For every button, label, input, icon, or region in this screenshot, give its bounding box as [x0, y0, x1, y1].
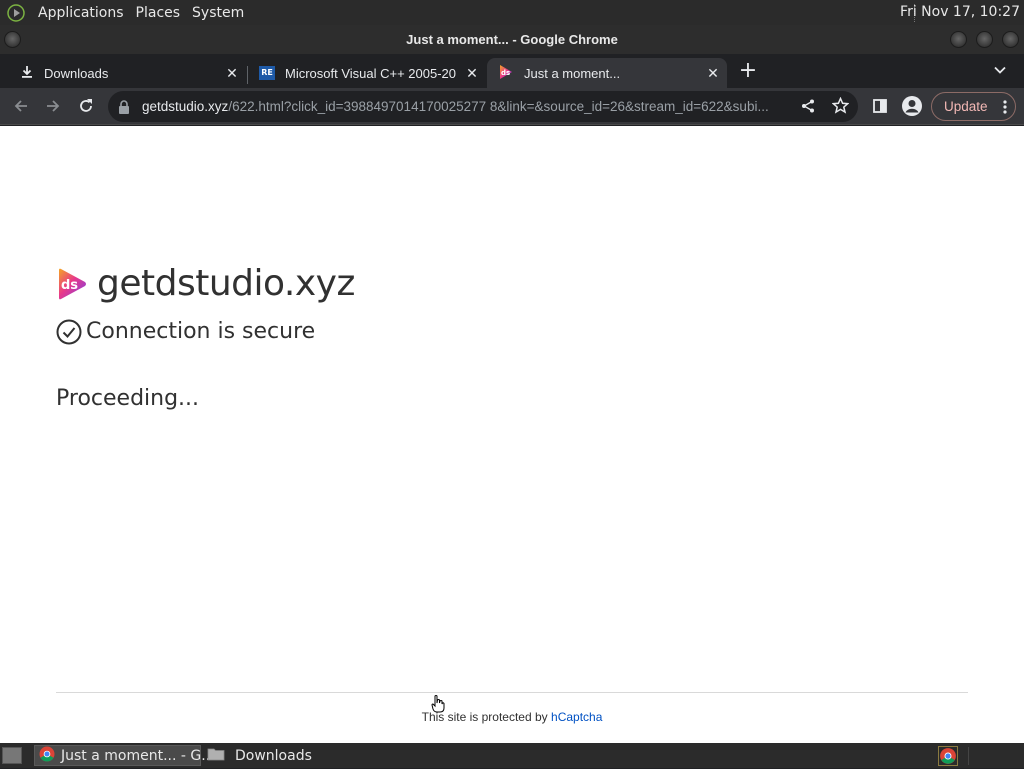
- minimize-icon[interactable]: [950, 31, 967, 48]
- url-text[interactable]: getdstudio.xyz/622.html?click_id=3988497…: [142, 99, 794, 114]
- applications-menu[interactable]: Applications: [34, 5, 128, 21]
- taskbar-item-label: Downloads: [235, 747, 312, 764]
- tray-chrome-icon[interactable]: [938, 746, 958, 766]
- share-icon[interactable]: [800, 98, 816, 118]
- close-tab-icon[interactable]: ✕: [464, 65, 480, 81]
- folder-icon: [207, 747, 225, 765]
- forward-icon[interactable]: [42, 95, 64, 117]
- page-content: ds getdstudio.xyz Connection is secure P…: [0, 126, 1024, 743]
- back-icon[interactable]: [10, 95, 32, 117]
- address-bar[interactable]: getdstudio.xyz/622.html?click_id=3988497…: [108, 91, 858, 122]
- update-label: Update: [944, 99, 988, 114]
- new-tab-button[interactable]: +: [736, 60, 760, 84]
- distro-logo-icon[interactable]: [6, 3, 26, 23]
- window-title-bar[interactable]: Just a moment... - Google Chrome: [0, 25, 1024, 54]
- site-heading: getdstudio.xyz: [97, 263, 355, 304]
- hcaptcha-link[interactable]: hCaptcha: [551, 710, 602, 724]
- system-menu[interactable]: System: [188, 5, 248, 21]
- window-title: Just a moment... - Google Chrome: [406, 32, 618, 47]
- footer-divider: [56, 692, 968, 693]
- close-tab-icon[interactable]: ✕: [705, 65, 721, 81]
- site-logo-icon: ds: [57, 268, 87, 300]
- download-icon: [20, 65, 34, 82]
- places-menu[interactable]: Places: [132, 5, 185, 21]
- re-favicon-icon: RE: [259, 66, 275, 80]
- url-host: getdstudio.xyz: [142, 99, 229, 114]
- profile-avatar-icon[interactable]: [901, 95, 923, 117]
- hand-cursor-icon: [431, 695, 445, 717]
- svg-text:ds: ds: [501, 69, 510, 77]
- proceeding-status: Proceeding...: [56, 386, 200, 411]
- tab-search-icon[interactable]: [990, 62, 1010, 82]
- svg-text:ds: ds: [61, 278, 78, 293]
- taskbar-item-label: Just a moment... - G...: [61, 747, 215, 764]
- close-window-icon[interactable]: [1002, 31, 1019, 48]
- clock[interactable]: Fri Nov 17, 10:27: [900, 4, 1020, 20]
- browser-toolbar: getdstudio.xyz/622.html?click_id=3988497…: [0, 88, 1024, 125]
- ds-favicon-icon: ds: [498, 64, 514, 83]
- tray-separator: [968, 747, 969, 765]
- maximize-icon[interactable]: [976, 31, 993, 48]
- tab-label: Downloads: [44, 65, 109, 81]
- show-desktop-icon[interactable]: [2, 747, 22, 764]
- reload-icon[interactable]: [75, 95, 97, 117]
- top-panel: Applications Places System Fri Nov 17, 1…: [0, 0, 1024, 25]
- lock-icon[interactable]: [118, 99, 130, 118]
- tab-just-a-moment[interactable]: ds Just a moment... ✕: [487, 58, 727, 88]
- update-button[interactable]: Update: [931, 92, 1016, 121]
- chrome-icon: [39, 746, 55, 766]
- tab-label: Just a moment...: [524, 65, 621, 81]
- tab-visual-cpp[interactable]: RE Microsoft Visual C++ 2005-20 ✕: [248, 58, 486, 88]
- bookmark-star-icon[interactable]: [831, 96, 850, 118]
- tab-label: Microsoft Visual C++ 2005-20: [285, 65, 457, 81]
- taskbar-item-downloads[interactable]: Downloads: [203, 745, 363, 766]
- bottom-taskbar: Just a moment... - G... Downloads: [0, 743, 1024, 768]
- url-path: /622.html?click_id=3988497014170025277 8…: [228, 99, 769, 114]
- close-tab-icon[interactable]: ✕: [224, 65, 240, 81]
- tab-downloads[interactable]: Downloads ✕: [8, 58, 246, 88]
- connection-status: Connection is secure: [86, 319, 316, 344]
- side-panel-icon[interactable]: [869, 95, 891, 117]
- tab-strip: Downloads ✕ RE Microsoft Visual C++ 2005…: [0, 54, 1024, 88]
- taskbar-item-chrome[interactable]: Just a moment... - G...: [34, 745, 215, 766]
- footer: This site is protected by hCaptcha: [0, 710, 1024, 724]
- checkmark-circle-icon: [56, 319, 82, 345]
- more-menu-icon[interactable]: [1003, 99, 1007, 118]
